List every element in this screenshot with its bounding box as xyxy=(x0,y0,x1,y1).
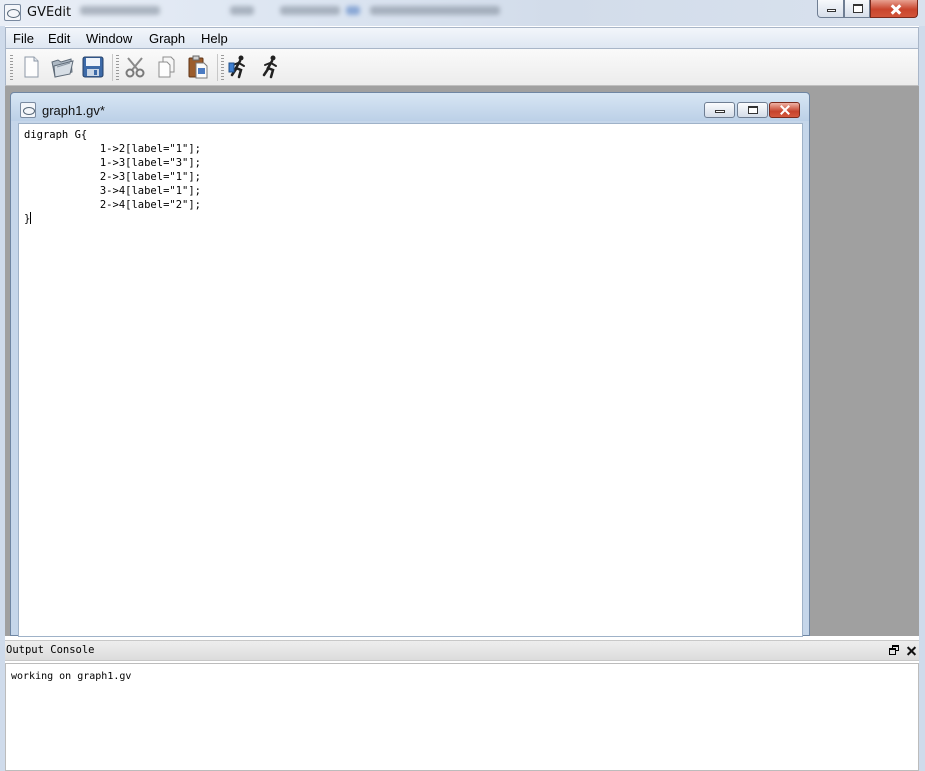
code-line: 2->3[label="1"]; xyxy=(24,171,202,183)
document-close-button[interactable] xyxy=(769,102,800,118)
copy-icon xyxy=(158,56,175,78)
console-output[interactable]: working on graph1.gv xyxy=(5,663,919,771)
runner-settings-icon xyxy=(228,55,245,79)
document-window: graph1.gv* digraph G{ 1->2[label="1"]; 1… xyxy=(10,92,810,637)
layout-settings-button[interactable] xyxy=(226,54,252,80)
menu-window[interactable]: Window xyxy=(86,31,132,46)
blurred-background-taskbar xyxy=(80,2,500,20)
code-line-last: } xyxy=(24,212,797,226)
toolbar-grip[interactable] xyxy=(116,55,119,80)
new-document-icon xyxy=(24,56,39,78)
open-file-button[interactable] xyxy=(49,54,75,80)
toolbar-grip[interactable] xyxy=(221,55,224,80)
scissors-icon xyxy=(125,57,145,78)
window-title: GVEdit xyxy=(27,5,72,20)
paste-clipboard-icon xyxy=(188,55,208,79)
toolbar-separator xyxy=(112,54,113,81)
paste-button[interactable] xyxy=(185,54,211,80)
code-line: 1->2[label="1"]; xyxy=(24,143,202,155)
close-icon[interactable] xyxy=(905,644,918,657)
console-header: Output Console xyxy=(5,640,919,661)
document-icon xyxy=(20,102,36,118)
menu-graph[interactable]: Graph xyxy=(149,31,185,46)
window-maximize-button[interactable] xyxy=(844,0,870,18)
window-close-button[interactable] xyxy=(870,0,918,18)
console-message: working on graph1.gv xyxy=(11,671,132,682)
document-titlebar[interactable]: graph1.gv* xyxy=(11,93,809,121)
window-frame-right xyxy=(919,26,925,771)
save-file-button[interactable] xyxy=(80,54,106,80)
code-line: 2->4[label="2"]; xyxy=(24,199,202,211)
float-dock-icon[interactable] xyxy=(889,645,900,656)
code-line: 3->4[label="1"]; xyxy=(24,185,202,197)
new-file-button[interactable] xyxy=(18,54,44,80)
runner-icon xyxy=(262,55,277,79)
console-title: Output Console xyxy=(6,644,95,656)
gvedit-app-icon xyxy=(4,4,21,21)
menubar: File Edit Window Graph Help xyxy=(5,27,919,49)
document-minimize-button[interactable] xyxy=(704,102,735,118)
menu-help[interactable]: Help xyxy=(201,31,228,46)
open-folder-icon xyxy=(51,58,74,78)
toolbar-separator xyxy=(217,54,218,81)
document-maximize-button[interactable] xyxy=(737,102,768,118)
copy-button[interactable] xyxy=(154,54,180,80)
code-line: 1->3[label="3"]; xyxy=(24,157,202,169)
cut-button[interactable] xyxy=(122,54,148,80)
floppy-disk-icon xyxy=(82,56,104,78)
toolbar xyxy=(5,49,919,86)
menu-edit[interactable]: Edit xyxy=(48,31,70,46)
menu-file[interactable]: File xyxy=(13,31,34,46)
window-titlebar[interactable]: GVEdit xyxy=(0,0,925,26)
document-title: graph1.gv* xyxy=(42,103,105,118)
run-layout-button[interactable] xyxy=(258,54,284,80)
code-line: digraph G{ xyxy=(24,129,88,141)
window-minimize-button[interactable] xyxy=(817,0,844,18)
text-caret xyxy=(30,212,32,224)
code-editor[interactable]: digraph G{ 1->2[label="1"]; 1->3[label="… xyxy=(18,123,803,637)
toolbar-grip[interactable] xyxy=(10,55,13,80)
